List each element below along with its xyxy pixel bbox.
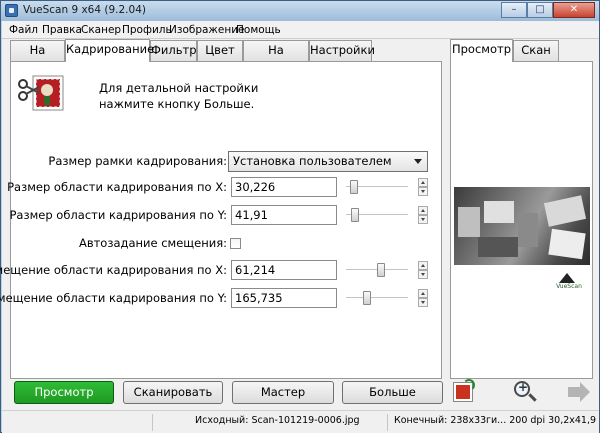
menu-help[interactable]: Помощь <box>236 24 281 36</box>
y-offset-label: Смещение области кадрирования по Y: <box>0 291 227 305</box>
preview-photo-fragment <box>548 228 586 260</box>
spin-up-icon[interactable] <box>418 206 428 215</box>
next-arrow-icon[interactable] <box>564 379 592 405</box>
menu-scanner[interactable]: Сканер <box>81 24 121 36</box>
tab-input[interactable]: На входе <box>10 40 65 76</box>
tab-filter[interactable]: Фильтр <box>150 40 197 61</box>
tab-settings[interactable]: Настройки <box>309 40 375 61</box>
tab-preview[interactable]: Просмотр <box>450 39 513 62</box>
menu-file[interactable]: Файл <box>9 24 38 36</box>
app-window: VueScan 9 x64 (9.2.04) – □ ✕ Файл Правка… <box>0 0 600 433</box>
hint-line-2: нажмите кнопку Больше. <box>99 97 255 111</box>
preview-photo-fragment <box>543 195 587 227</box>
x-size-slider[interactable] <box>346 180 408 194</box>
menu-image[interactable]: Изображение <box>169 24 245 36</box>
y-size-label: Размер области кадрирования по Y: <box>9 208 227 222</box>
rotate-arrow-icon <box>463 379 475 391</box>
auto-offset-label: Автозадание смещения: <box>78 236 227 250</box>
magnifier-handle <box>528 393 537 402</box>
spin-down-icon[interactable] <box>418 298 428 307</box>
slider-thumb[interactable] <box>377 263 385 277</box>
auto-offset-checkbox[interactable] <box>230 238 241 249</box>
client-area: На входе Кадрирование Фильтр Цвет На вых… <box>0 39 599 433</box>
crop-scissors-icon <box>17 68 69 118</box>
preview-image[interactable] <box>454 187 590 265</box>
x-offset-input[interactable]: 61,214 <box>231 260 337 280</box>
spin-up-icon[interactable] <box>418 261 428 270</box>
vuescan-logo: VueScan <box>551 273 585 293</box>
spin-up-icon[interactable] <box>418 289 428 298</box>
logo-text: VueScan <box>556 283 582 290</box>
status-final: Конечный: 238x330 <box>394 415 486 426</box>
maximize-button[interactable]: □ <box>527 2 553 18</box>
spin-down-icon[interactable] <box>418 187 428 196</box>
slider-thumb[interactable] <box>363 291 371 305</box>
arrow-head <box>580 382 590 402</box>
x-offset-spinner[interactable] <box>418 261 428 279</box>
rotate-icon[interactable] <box>451 379 479 405</box>
preview-photo-fragment <box>518 213 538 247</box>
spin-down-icon[interactable] <box>418 215 428 224</box>
crop-frame-size-select[interactable]: Установка пользователем <box>228 151 428 172</box>
y-offset-slider[interactable] <box>346 291 408 305</box>
crop-settings-panel: Для детальной настройки нажмите кнопку Б… <box>0 61 442 379</box>
y-size-spinner[interactable] <box>418 206 428 224</box>
title-bar[interactable]: VueScan 9 x64 (9.2.04) – □ ✕ <box>1 1 599 21</box>
preview-photo-fragment <box>458 207 480 237</box>
y-size-slider[interactable] <box>346 208 408 222</box>
hint-text: Для детальной настройки нажмите кнопку Б… <box>99 80 258 112</box>
status-source: Исходный: Scan-101219-0006.jpg <box>195 415 360 426</box>
status-separator <box>387 414 388 431</box>
x-offset-label: Смещение области кадрирования по X: <box>0 263 227 277</box>
preview-photo-fragment <box>484 201 514 223</box>
y-size-input[interactable]: 41,91 <box>231 205 337 225</box>
x-offset-slider[interactable] <box>346 263 408 277</box>
preview-button[interactable]: Просмотр <box>14 381 114 404</box>
logo-arrow-icon <box>559 273 575 283</box>
vuescan-app-icon <box>5 4 18 17</box>
chevron-down-icon <box>414 159 422 164</box>
y-offset-spinner[interactable] <box>418 289 428 307</box>
status-bar: Исходный: Scan-101219-0006.jpg Конечный:… <box>2 410 599 433</box>
tab-crop[interactable]: Кадрирование <box>65 39 154 62</box>
tab-scan[interactable]: Скан <box>513 40 559 61</box>
tab-color[interactable]: Цвет <box>197 40 243 61</box>
wizard-button[interactable]: Мастер <box>232 381 334 404</box>
slider-thumb[interactable] <box>351 208 359 222</box>
window-title: VueScan 9 x64 (9.2.04) <box>23 4 146 16</box>
status-extra: ги... 200 dpi 30,2x41,9 см <box>486 415 596 426</box>
crop-frame-size-value: Установка пользователем <box>233 154 392 168</box>
menu-edit[interactable]: Правка <box>42 24 82 36</box>
hint-line-1: Для детальной настройки <box>99 81 259 95</box>
more-button[interactable]: Больше <box>342 381 443 404</box>
x-size-input[interactable]: 30,226 <box>231 177 337 197</box>
slider-track <box>346 297 408 299</box>
close-button[interactable]: ✕ <box>553 2 595 18</box>
x-size-label: Размер области кадрирования по X: <box>7 180 227 194</box>
menu-profile[interactable]: Профиль <box>122 24 172 36</box>
preview-panel: VueScan <box>450 61 593 379</box>
menu-bar: Файл Правка Сканер Профиль Изображение П… <box>2 21 599 39</box>
crop-frame-size-label: Размер рамки кадрирования: <box>48 154 227 168</box>
spin-down-icon[interactable] <box>418 270 428 279</box>
spin-up-icon[interactable] <box>418 178 428 187</box>
window-controls: – □ ✕ <box>501 2 595 18</box>
slider-thumb[interactable] <box>350 180 358 194</box>
scan-button[interactable]: Сканировать <box>123 381 223 404</box>
x-size-spinner[interactable] <box>418 178 428 196</box>
zoom-in-icon[interactable] <box>510 379 538 405</box>
minimize-button[interactable]: – <box>501 2 527 18</box>
status-separator <box>152 414 153 431</box>
tab-output[interactable]: На выходе <box>243 40 309 76</box>
preview-photo-fragment <box>478 237 518 257</box>
y-offset-input[interactable]: 165,735 <box>231 288 337 308</box>
